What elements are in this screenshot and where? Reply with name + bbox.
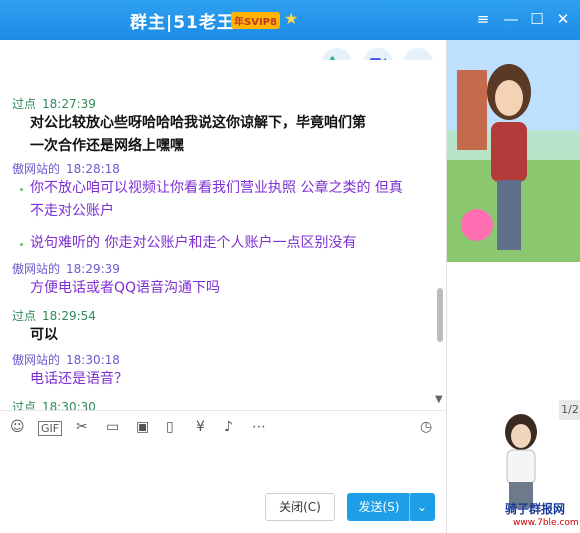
- sender-name: 过点: [12, 97, 37, 111]
- vip-badge: 年SVIP8: [231, 12, 280, 29]
- message-line: 你不放心咱可以视频让你看看我们营业执照 公章之类的 但真: [0, 177, 440, 200]
- chevron-down-icon: ⌄: [416, 500, 428, 514]
- red-packet-icon[interactable]: ¥: [196, 419, 205, 435]
- message-header: 过点 18:30:30: [0, 398, 440, 410]
- sender-name: 傲网站的: [12, 162, 61, 176]
- message: 傲网站的 18:30:18 电话还是语音？: [0, 351, 440, 391]
- message-time: 18:29:39: [66, 262, 120, 276]
- close-button[interactable]: 关闭(C): [265, 493, 335, 521]
- page-indicator[interactable]: 1/2: [559, 400, 580, 420]
- qq-show-image: [447, 40, 580, 262]
- message-line: 方便电话或者QQ语音沟通下吗: [30, 280, 221, 296]
- sidebar: 1/2 骑子群报网 www.7ble.com: [446, 40, 580, 533]
- window-title: 群主|51老王: [130, 13, 235, 33]
- gif-icon[interactable]: GIF: [38, 421, 63, 436]
- chat-history[interactable]: 过点 18:27:39 对公比较放心些呀哈哈哈我说这你谅解下，毕竟咱们第 一次合作…: [0, 60, 446, 410]
- message-header: 傲网站的 18:28:18: [0, 160, 440, 177]
- watermark-logo: 骑子群报网: [505, 502, 566, 516]
- message-line: 不走对公账户: [30, 203, 114, 219]
- folder-icon[interactable]: ▭: [106, 419, 119, 435]
- message-line: 一次合作还是网络上嘿嘿: [30, 138, 184, 154]
- send-options-button[interactable]: ⌄: [409, 493, 435, 521]
- emoji-icon[interactable]: ☺: [10, 419, 25, 435]
- message: 过点 18:29:54 可以: [0, 307, 440, 347]
- message: 过点 18:27:39 对公比较放心些呀哈哈哈我说这你谅解下，毕竟咱们第 一次合作…: [0, 95, 440, 158]
- message-line: 对公比较放心些呀哈哈哈我说这你谅解下，毕竟咱们第: [30, 115, 366, 131]
- chat-scrollbar[interactable]: ▼: [434, 64, 446, 408]
- message-header: 傲网站的 18:30:18: [0, 351, 440, 368]
- message: 傲网站的 18:28:18 你不放心咱可以视频让你看看我们营业执照 公章之类的 但…: [0, 160, 440, 223]
- message-time: 18:30:18: [66, 353, 120, 367]
- avatar-show-illustration: [447, 40, 580, 262]
- input-toolbar: ☺ GIF ✂ ▭ ▣ ▯ ¥ ♪ ⋯ ◷: [0, 410, 446, 445]
- message-time: 18:30:30: [42, 400, 96, 410]
- title-bar: 群主|51老王 年SVIP8 ★ ≡ — ☐ ✕: [0, 0, 580, 40]
- sender-name: 傲网站的: [12, 262, 61, 276]
- watermark-url: www.7ble.com: [513, 518, 579, 528]
- message: 过点 18:30:30: [0, 398, 440, 410]
- maximize-icon[interactable]: ☐: [527, 9, 547, 29]
- message-time: 18:27:39: [42, 97, 96, 111]
- scrollbar-thumb[interactable]: [437, 288, 443, 342]
- sender-name: 傲网站的: [12, 353, 61, 367]
- minimize-icon[interactable]: —: [501, 9, 521, 29]
- sender-name: 过点: [12, 400, 37, 410]
- message-line: 可以: [30, 327, 58, 343]
- more-tools-icon[interactable]: ⋯: [252, 419, 266, 435]
- message-line: 电话还是语音？: [30, 371, 128, 387]
- image-icon[interactable]: ▣: [136, 419, 149, 435]
- send-button[interactable]: 发送(S): [347, 493, 411, 521]
- message: 傲网站的 18:29:39 方便电话或者QQ语音沟通下吗: [0, 260, 440, 300]
- friend-show-illustration: [505, 414, 537, 508]
- scroll-down-icon[interactable]: ▼: [435, 394, 443, 405]
- shake-icon[interactable]: ▯: [166, 419, 174, 435]
- scissors-icon[interactable]: ✂: [76, 419, 88, 435]
- menu-icon[interactable]: ≡: [473, 9, 493, 29]
- music-icon[interactable]: ♪: [224, 419, 233, 435]
- history-icon[interactable]: ◷: [420, 419, 432, 435]
- star-icon: ★: [284, 9, 299, 28]
- message-header: 过点 18:27:39: [0, 95, 440, 112]
- message-line: 说句难听的 你走对公账户和走个人账户一点区别没有: [0, 232, 440, 255]
- close-icon[interactable]: ✕: [553, 9, 573, 29]
- message: 说句难听的 你走对公账户和走个人账户一点区别没有: [0, 232, 440, 255]
- message-time: 18:29:54: [42, 309, 96, 323]
- message-header: 过点 18:29:54: [0, 307, 440, 324]
- sender-name: 过点: [12, 309, 37, 323]
- message-header: 傲网站的 18:29:39: [0, 260, 440, 277]
- message-time: 18:28:18: [66, 162, 120, 176]
